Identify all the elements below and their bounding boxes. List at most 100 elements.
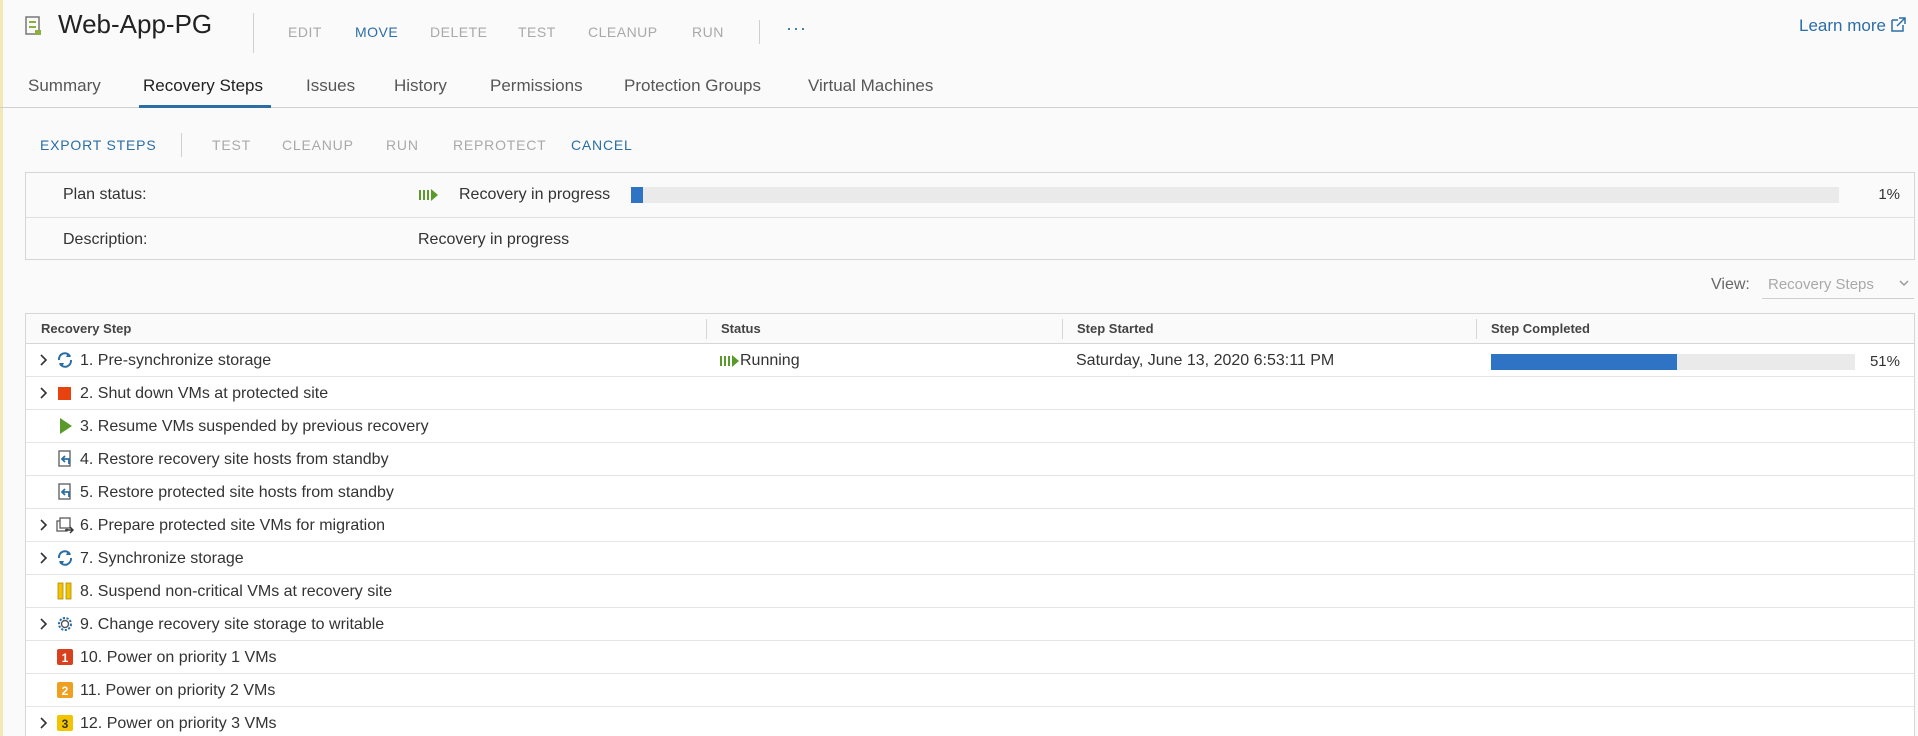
tab-issues[interactable]: Issues — [306, 76, 355, 96]
table-row[interactable]: 1 10. Power on priority 1 VMs — [26, 641, 1914, 674]
recovery-step-name: 7. Synchronize storage — [80, 550, 244, 567]
table-row[interactable]: 3. Resume VMs suspended by previous reco… — [26, 410, 1914, 443]
svg-text:2: 2 — [62, 684, 69, 698]
running-icon — [720, 355, 739, 367]
view-select[interactable]: Recovery Steps — [1762, 271, 1914, 299]
recovery-step-name: 6. Prepare protected site VMs for migrat… — [80, 517, 386, 534]
toolbar-cleanup-button[interactable]: CLEANUP — [282, 137, 354, 153]
step-status: Running — [740, 352, 800, 369]
chevron-right-icon[interactable] — [38, 716, 50, 730]
header: Web-App-PG EDIT MOVE DELETE TEST CLEANUP… — [0, 0, 1918, 66]
edit-button[interactable]: EDIT — [288, 24, 322, 40]
learn-more-label: Learn more — [1799, 16, 1886, 35]
vm-migrate-icon — [56, 516, 74, 534]
step-progress-fill — [1491, 354, 1677, 370]
table-row[interactable]: 9. Change recovery site storage to writa… — [26, 608, 1914, 641]
svg-text:3: 3 — [62, 717, 69, 731]
plan-status-row: Plan status: Recovery in progress 1% — [26, 173, 1914, 217]
plan-status-label: Plan status: — [63, 186, 147, 203]
chevron-right-icon[interactable] — [38, 353, 50, 367]
table-row[interactable]: 2 11. Power on priority 2 VMs — [26, 674, 1914, 707]
chevron-right-icon[interactable] — [38, 617, 50, 631]
table-row[interactable]: 2. Shut down VMs at protected site — [26, 377, 1914, 410]
left-edge-strip — [0, 0, 3, 736]
recovery-step-name: 9. Change recovery site storage to writa… — [80, 616, 385, 633]
plan-status-panel: Plan status: Recovery in progress 1% Des… — [25, 172, 1915, 260]
plan-progress-bar — [631, 187, 1839, 203]
toolbar-cancel-button[interactable]: CANCEL — [571, 137, 633, 153]
table-row[interactable]: 7. Synchronize storage — [26, 542, 1914, 575]
toolbar-reprotect-button[interactable]: REPROTECT — [453, 137, 547, 153]
test-button[interactable]: TEST — [518, 24, 556, 40]
toolbar-separator — [181, 133, 182, 157]
gear-icon — [56, 615, 74, 633]
view-select-value: Recovery Steps — [1768, 276, 1874, 293]
move-button[interactable]: MOVE — [355, 24, 398, 40]
plan-progress-percent: 1% — [1878, 186, 1900, 203]
more-actions-button[interactable]: ··· — [786, 18, 807, 39]
export-steps-button[interactable]: EXPORT STEPS — [40, 137, 156, 153]
cleanup-button[interactable]: CLEANUP — [588, 24, 658, 40]
header-separator — [253, 13, 254, 53]
chevron-down-icon — [1899, 280, 1909, 287]
view-label: View: — [1711, 276, 1750, 293]
column-header-status[interactable]: Status — [721, 321, 761, 336]
run-button[interactable]: RUN — [692, 24, 724, 40]
description-value: Recovery in progress — [418, 231, 570, 248]
column-header-step-started[interactable]: Step Started — [1077, 321, 1154, 336]
column-header-step-completed[interactable]: Step Completed — [1491, 321, 1590, 336]
recovery-step-name: 2. Shut down VMs at protected site — [80, 385, 329, 402]
tab-recovery-steps[interactable]: Recovery Steps — [143, 76, 263, 96]
active-tab-indicator — [139, 105, 271, 108]
column-separator — [1062, 319, 1063, 339]
table-row[interactable]: 4. Restore recovery site hosts from stan… — [26, 443, 1914, 476]
table-row[interactable]: 5. Restore protected site hosts from sta… — [26, 476, 1914, 509]
chevron-right-icon[interactable] — [38, 386, 50, 400]
sync-icon — [56, 549, 74, 567]
recovery-step-name: 8. Suspend non-critical VMs at recovery … — [80, 583, 393, 600]
host-restore-icon — [56, 450, 74, 468]
play-icon — [56, 417, 74, 435]
learn-more-link[interactable]: Learn more — [1799, 16, 1906, 36]
step-progress-bar — [1491, 354, 1855, 370]
priority-2-icon: 2 — [57, 682, 73, 698]
description-row: Description: Recovery in progress — [26, 217, 1914, 261]
column-header-recovery-step[interactable]: Recovery Step — [41, 321, 131, 336]
description-label: Description: — [63, 231, 148, 248]
toolbar-run-button[interactable]: RUN — [386, 137, 419, 153]
table-row[interactable]: 8. Suspend non-critical VMs at recovery … — [26, 575, 1914, 608]
step-started: Saturday, June 13, 2020 6:53:11 PM — [1076, 352, 1335, 369]
recovery-step-name: 5. Restore protected site hosts from sta… — [80, 484, 394, 501]
grid-header: Recovery Step Status Step Started Step C… — [26, 314, 1914, 344]
recovery-step-name: 10. Power on priority 1 VMs — [80, 649, 277, 666]
actions-separator — [759, 20, 760, 44]
pause-icon — [56, 582, 74, 600]
tab-bar: Summary Recovery Steps Issues History Pe… — [0, 66, 1918, 108]
host-restore-icon — [56, 483, 74, 501]
toolbar-test-button[interactable]: TEST — [212, 137, 251, 153]
svg-text:1: 1 — [62, 651, 69, 665]
tab-virtual-machines[interactable]: Virtual Machines — [808, 76, 933, 96]
tab-summary[interactable]: Summary — [28, 76, 101, 96]
plan-status-value: Recovery in progress — [459, 186, 611, 203]
recovery-step-name: 12. Power on priority 3 VMs — [80, 715, 277, 732]
tab-history[interactable]: History — [394, 76, 447, 96]
column-separator — [1476, 319, 1477, 339]
external-link-icon — [1891, 17, 1906, 32]
recovery-step-name: 4. Restore recovery site hosts from stan… — [80, 451, 389, 468]
recovery-step-name: 1. Pre-synchronize storage — [80, 352, 272, 369]
recovery-steps-grid: Recovery Step Status Step Started Step C… — [25, 313, 1915, 736]
table-row[interactable]: 1. Pre-synchronize storage Running Saturda… — [26, 344, 1914, 377]
delete-button[interactable]: DELETE — [430, 24, 487, 40]
plan-progress-fill — [631, 187, 644, 203]
chevron-right-icon[interactable] — [38, 518, 50, 532]
priority-1-icon: 1 — [57, 649, 73, 665]
tab-protection-groups[interactable]: Protection Groups — [624, 76, 761, 96]
tab-permissions[interactable]: Permissions — [490, 76, 583, 96]
table-row[interactable]: 3 12. Power on priority 3 VMs — [26, 707, 1914, 736]
priority-3-icon: 3 — [57, 715, 73, 731]
table-row[interactable]: 6. Prepare protected site VMs for migrat… — [26, 509, 1914, 542]
chevron-right-icon[interactable] — [38, 551, 50, 565]
sync-icon — [56, 351, 74, 369]
step-progress-percent: 51% — [1869, 353, 1900, 370]
